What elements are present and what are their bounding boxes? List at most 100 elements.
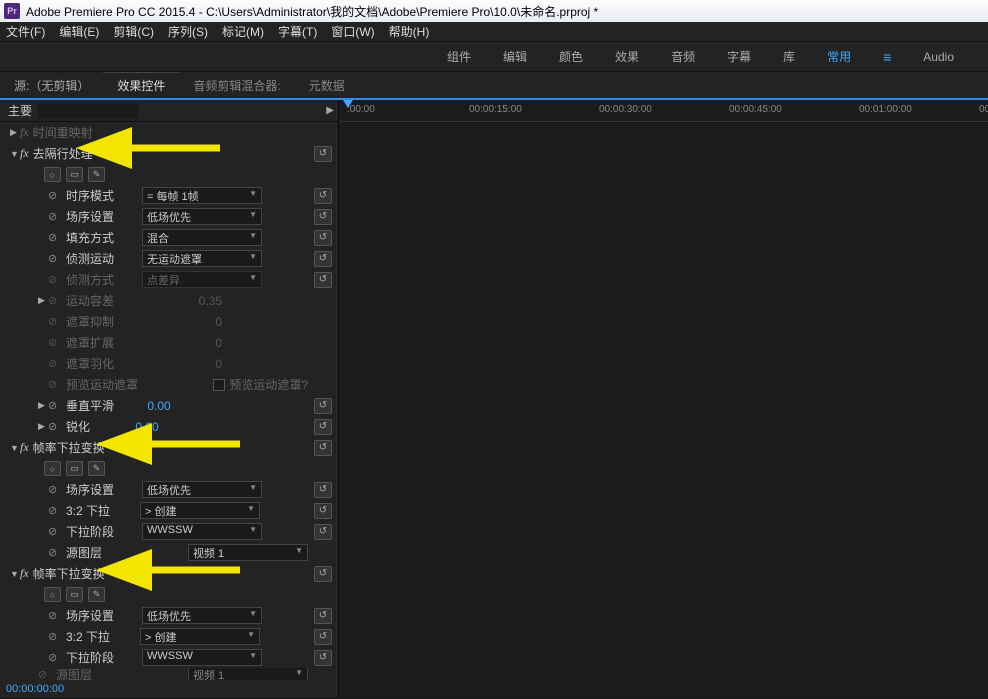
checkbox-预览运动遮罩[interactable]: 预览运动遮罩? [213, 376, 308, 393]
reset-button[interactable]: ↺ [314, 629, 332, 645]
collapse-icon[interactable]: ▼ [10, 149, 20, 159]
reset-button[interactable]: ↺ [314, 608, 332, 624]
param-1-0: ⊘场序设置低场优先↺ [0, 479, 338, 500]
tab-source[interactable]: 源:（无剪辑） [0, 72, 103, 98]
reset-button[interactable]: ↺ [314, 524, 332, 540]
dropdown-下拉阶段[interactable]: WWSSW [142, 649, 262, 666]
dropdown-下拉阶段[interactable]: WWSSW [142, 523, 262, 540]
stopwatch-icon[interactable]: ⊘ [48, 609, 60, 622]
tab-metadata[interactable]: 元数据 [295, 72, 359, 98]
menu-文件(F)[interactable]: 文件(F) [6, 23, 45, 40]
rect-mask-icon[interactable]: ▭ [66, 461, 83, 476]
reset-button[interactable]: ↺ [314, 398, 332, 414]
stopwatch-icon[interactable]: ⊘ [48, 378, 60, 391]
value-遮罩抑制[interactable]: 0 [215, 315, 222, 329]
workspace-编辑[interactable]: 编辑 [503, 48, 527, 65]
reset-button[interactable]: ↺ [314, 209, 332, 225]
rect-mask-icon[interactable]: ▭ [66, 167, 83, 182]
stopwatch-icon[interactable]: ⊘ [48, 420, 60, 433]
dropdown-场序设置[interactable]: 低场优先 [142, 208, 262, 225]
rect-mask-icon[interactable]: ▭ [66, 587, 83, 602]
dropdown-3:2 下拉[interactable]: > 创建 [140, 628, 260, 645]
stopwatch-icon[interactable]: ⊘ [48, 357, 60, 370]
value-遮罩羽化[interactable]: 0 [215, 357, 222, 371]
stopwatch-icon[interactable]: ⊘ [48, 189, 60, 202]
stopwatch-icon[interactable]: ⊘ [48, 651, 60, 664]
ellipse-mask-icon[interactable]: ○ [44, 461, 61, 476]
dropdown-场序设置[interactable]: 低场优先 [142, 607, 262, 624]
expand-icon[interactable]: ▶ [38, 400, 48, 411]
param-0-4: ⊘侦测方式点差异↺ [0, 269, 338, 290]
menu-编辑(E)[interactable]: 编辑(E) [59, 23, 99, 40]
dropdown-侦测运动[interactable]: 无运动遮罩 [142, 250, 262, 267]
stopwatch-icon[interactable]: ⊘ [48, 273, 60, 286]
workspace-音频[interactable]: 音频 [671, 48, 695, 65]
dropdown-源图层[interactable]: 视频 1 [188, 544, 308, 561]
value-遮罩扩展[interactable]: 0 [215, 336, 222, 350]
stopwatch-icon[interactable]: ⊘ [48, 336, 60, 349]
stopwatch-icon[interactable]: ⊘ [48, 483, 60, 496]
stopwatch-icon[interactable]: ⊘ [48, 546, 60, 559]
value-锐化[interactable]: 0.00 [135, 420, 158, 434]
value-运动容差[interactable]: 0.35 [199, 294, 222, 308]
workspace-库[interactable]: 库 [783, 48, 795, 65]
stopwatch-icon[interactable]: ⊘ [48, 231, 60, 244]
menu-字幕(T)[interactable]: 字幕(T) [278, 23, 317, 40]
ellipse-mask-icon[interactable]: ○ [44, 587, 61, 602]
stopwatch-icon[interactable]: ⊘ [48, 210, 60, 223]
workspace-效果[interactable]: 效果 [615, 48, 639, 65]
timecode[interactable]: 00:00:00:00 [6, 683, 64, 695]
play-icon[interactable]: ▶ [326, 105, 334, 116]
collapse-icon[interactable]: ▼ [10, 443, 20, 453]
menu-窗口(W)[interactable]: 窗口(W) [331, 23, 374, 40]
reset-button[interactable]: ↺ [314, 230, 332, 246]
expand-icon[interactable]: ▶ [10, 127, 20, 138]
stopwatch-icon[interactable]: ⊘ [48, 399, 60, 412]
collapse-icon[interactable]: ▼ [10, 569, 20, 579]
pen-mask-icon[interactable]: ✎ [88, 587, 105, 602]
time-ruler[interactable]: :00:0000:00:15:0000:00:30:0000:00:45:000… [339, 100, 988, 122]
stopwatch-icon[interactable]: ⊘ [48, 504, 60, 517]
menu-序列(S)[interactable]: 序列(S) [168, 23, 208, 40]
value-垂直平滑[interactable]: 0.00 [147, 399, 170, 413]
stopwatch-icon[interactable]: ⊘ [48, 294, 60, 307]
reset-button[interactable]: ↺ [314, 440, 332, 456]
reset-button[interactable]: ↺ [314, 650, 332, 666]
reset-button[interactable]: ↺ [314, 566, 332, 582]
reset-button[interactable]: ↺ [314, 272, 332, 288]
pen-mask-icon[interactable]: ✎ [88, 167, 105, 182]
reset-button[interactable]: ↺ [314, 188, 332, 204]
stopwatch-icon[interactable]: ⊘ [48, 630, 60, 643]
dropdown-填充方式[interactable]: 混合 [142, 229, 262, 246]
expand-icon[interactable]: ▶ [38, 295, 48, 306]
param-0-9: ⊘预览运动遮罩预览运动遮罩? [0, 374, 338, 395]
reset-button[interactable]: ↺ [314, 146, 332, 162]
pen-mask-icon[interactable]: ✎ [88, 461, 105, 476]
reset-button[interactable]: ↺ [314, 419, 332, 435]
dropdown-侦测方式[interactable]: 点差异 [142, 271, 262, 288]
workspace-Audio[interactable]: Audio [923, 50, 954, 64]
dropdown-3:2 下拉[interactable]: > 创建 [140, 502, 260, 519]
param-1-2: ⊘下拉阶段WWSSW↺ [0, 521, 338, 542]
workspace-颜色[interactable]: 颜色 [559, 48, 583, 65]
expand-icon[interactable]: ▶ [38, 421, 48, 432]
tab-effect-controls[interactable]: 效果控件 [103, 72, 179, 98]
dropdown-场序设置[interactable]: 低场优先 [142, 481, 262, 498]
timeline-body[interactable] [339, 122, 988, 697]
workspace-组件[interactable]: 组件 [447, 48, 471, 65]
workspace-≡[interactable]: ≡ [883, 49, 891, 65]
workspace-常用[interactable]: 常用 [827, 48, 851, 65]
stopwatch-icon[interactable]: ⊘ [48, 315, 60, 328]
tab-audio-mixer[interactable]: 音频剪辑混合器: [179, 72, 294, 98]
reset-button[interactable]: ↺ [314, 503, 332, 519]
menu-标记(M)[interactable]: 标记(M) [222, 23, 264, 40]
stopwatch-icon[interactable]: ⊘ [48, 525, 60, 538]
menu-帮助(H)[interactable]: 帮助(H) [389, 23, 430, 40]
reset-button[interactable]: ↺ [314, 251, 332, 267]
ellipse-mask-icon[interactable]: ○ [44, 167, 61, 182]
menu-剪辑(C)[interactable]: 剪辑(C) [113, 23, 154, 40]
workspace-字幕[interactable]: 字幕 [727, 48, 751, 65]
stopwatch-icon[interactable]: ⊘ [48, 252, 60, 265]
reset-button[interactable]: ↺ [314, 482, 332, 498]
dropdown-时序模式[interactable]: = 每帧 1帧 [142, 187, 262, 204]
